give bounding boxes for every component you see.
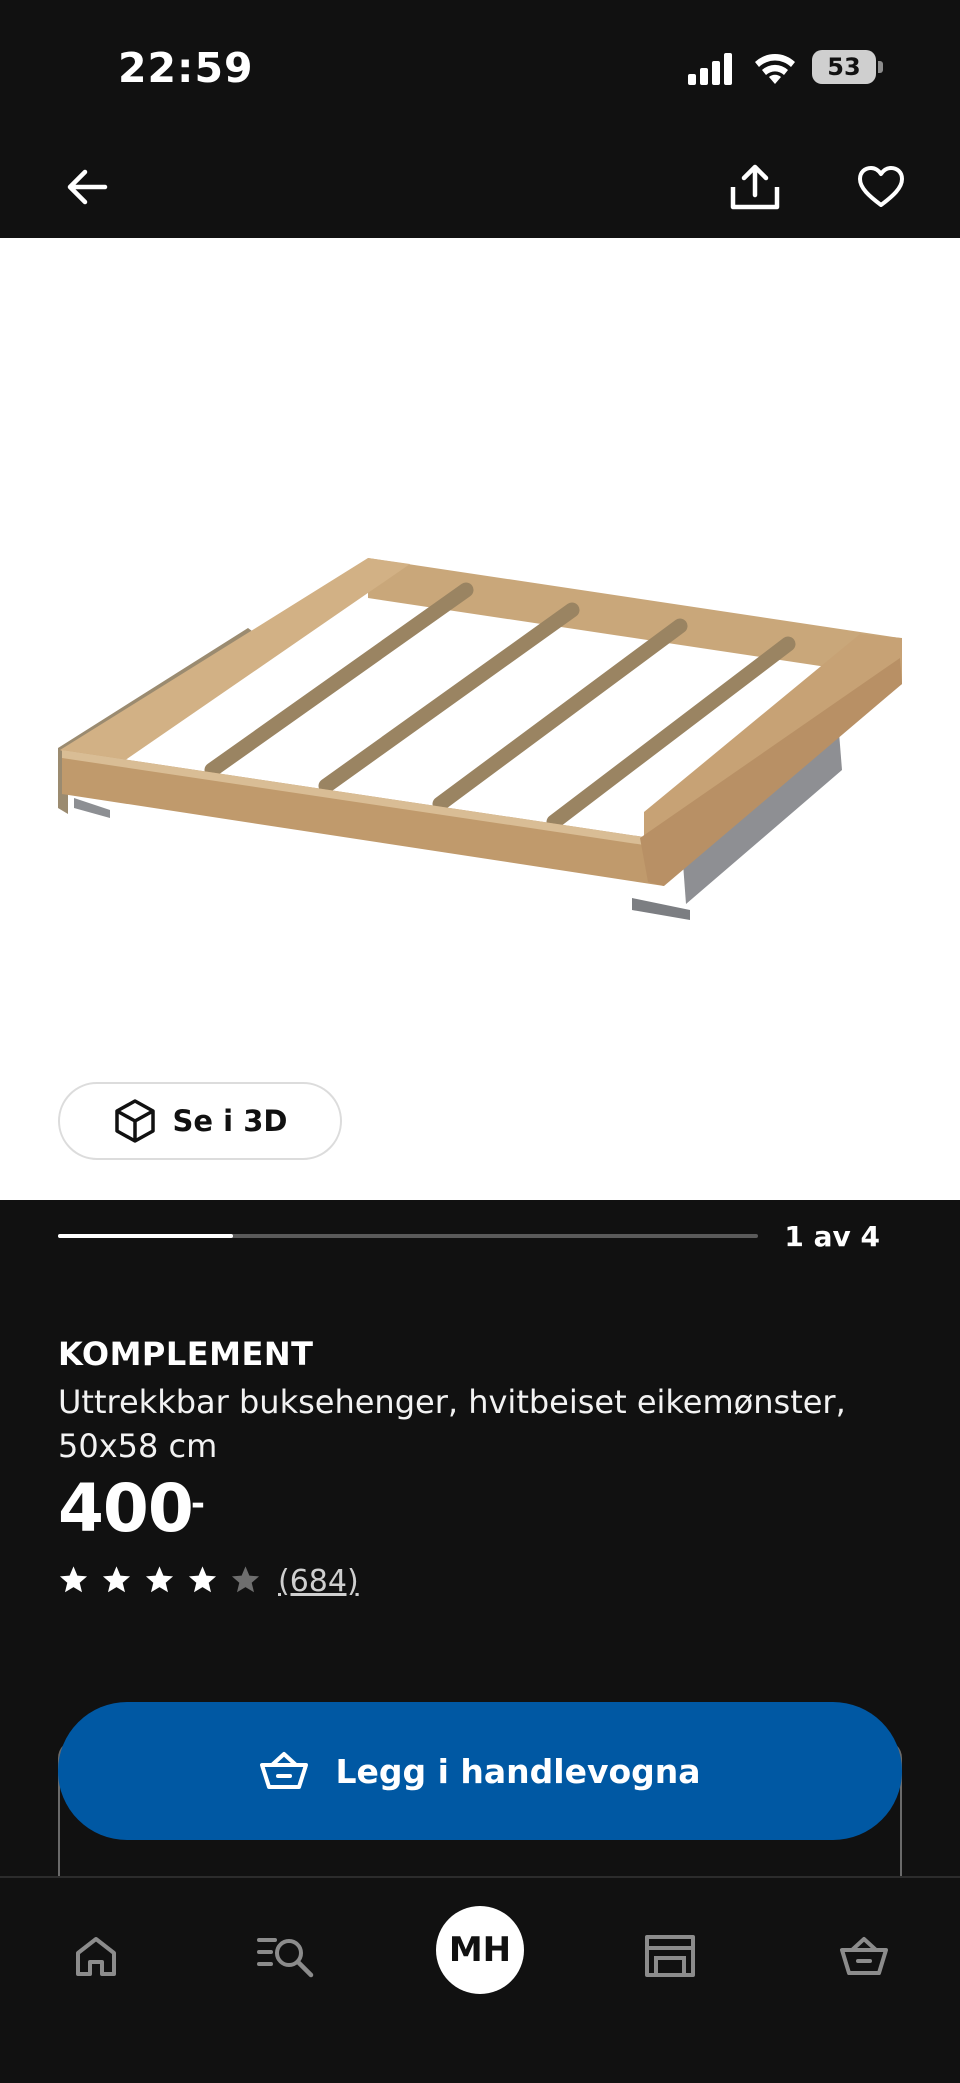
tab-cart[interactable] xyxy=(824,1916,904,1996)
see-in-3d-label: Se i 3D xyxy=(172,1104,288,1138)
bottom-tab-bar: MH xyxy=(0,1876,960,2083)
tab-stores[interactable] xyxy=(630,1916,710,1996)
product-description: Uttrekkbar buksehenger, hvitbeiset eikem… xyxy=(58,1383,846,1465)
wifi-icon xyxy=(755,54,795,84)
star-icon xyxy=(59,1566,88,1593)
product-brand: KOMPLEMENT xyxy=(58,1335,314,1373)
basket-icon xyxy=(260,1752,309,1789)
heart-icon xyxy=(858,166,904,207)
star-icon xyxy=(231,1566,260,1593)
back-arrow-icon xyxy=(67,169,108,205)
battery-cap xyxy=(878,61,883,73)
tab-search[interactable] xyxy=(246,1916,326,1996)
star-icon xyxy=(145,1566,174,1593)
top-navigation xyxy=(0,140,960,238)
profile-avatar[interactable]: MH xyxy=(436,1906,524,1994)
gallery-progress-fill xyxy=(58,1234,233,1238)
cart-tab-basket-icon xyxy=(840,1937,888,1975)
store-icon xyxy=(645,1935,695,1977)
cellular-signal-icon xyxy=(688,53,732,85)
gallery-progress-bar xyxy=(58,1234,758,1238)
status-bar: 22:59 53 xyxy=(0,0,960,140)
tab-home[interactable] xyxy=(56,1916,136,1996)
cube-3d-icon xyxy=(114,1099,155,1143)
battery-indicator: 53 xyxy=(812,50,876,84)
product-price: 400 xyxy=(58,1470,194,1547)
see-in-3d-button[interactable]: Se i 3D xyxy=(58,1082,342,1160)
gallery-counter: 1 av 4 xyxy=(784,1220,880,1253)
back-button[interactable] xyxy=(52,152,122,222)
product-image-gallery[interactable]: Se i 3D xyxy=(0,238,960,1200)
status-time: 22:59 xyxy=(118,44,254,92)
add-to-cart-label: Legg i handlevogna xyxy=(335,1751,701,1791)
star-icon xyxy=(102,1566,131,1593)
favorite-button[interactable] xyxy=(846,152,916,222)
share-icon xyxy=(730,164,780,210)
share-button[interactable] xyxy=(720,152,790,222)
product-image xyxy=(58,558,902,920)
search-list-icon xyxy=(257,1938,314,1978)
review-count-link[interactable]: (684) xyxy=(278,1564,359,1599)
add-to-cart-button[interactable]: Legg i handlevogna xyxy=(58,1702,902,1840)
home-icon xyxy=(76,1937,116,1976)
price-suffix: ,- xyxy=(178,1484,206,1524)
rating-stars xyxy=(58,1564,261,1595)
star-icon xyxy=(188,1566,217,1593)
